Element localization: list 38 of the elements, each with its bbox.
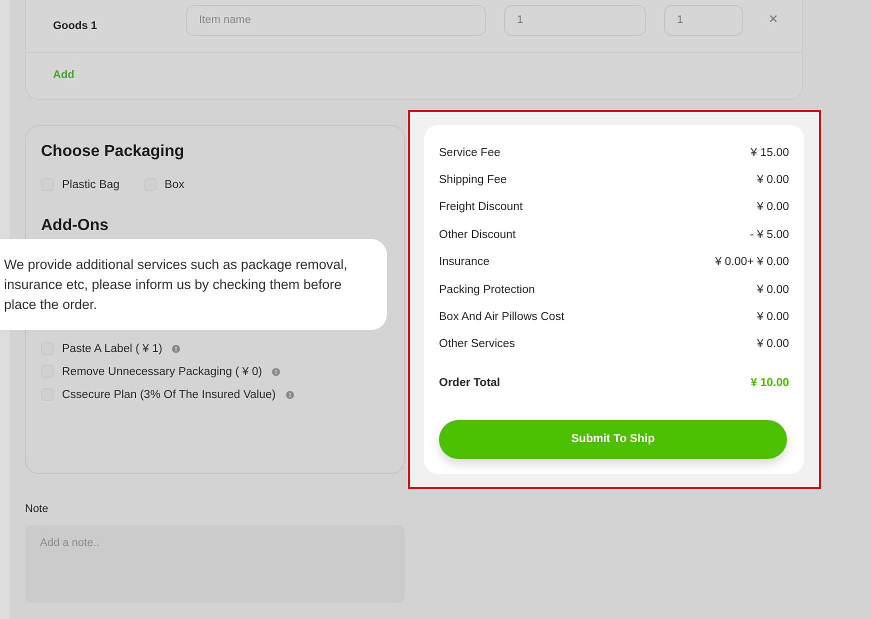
info-icon[interactable] xyxy=(286,390,294,398)
fee-label: Other Discount xyxy=(439,228,516,241)
fee-amount: ¥ 0.00 xyxy=(757,174,789,186)
section-heading: Add-Ons xyxy=(41,217,110,235)
fee-label: Box And Air Pillows Cost xyxy=(439,311,564,324)
value-field[interactable]: 1 xyxy=(664,4,743,36)
option-label: Plastic Bag xyxy=(62,178,120,190)
fee-label: Freight Discount xyxy=(439,201,523,214)
fee-amount: ¥ 0.00 xyxy=(757,201,789,214)
quantity-field[interactable]: 1 xyxy=(504,4,646,36)
option-label: Cssecure Plan (3% Of The Insured Value) xyxy=(62,388,276,400)
fee-amount: ¥ 0.00 xyxy=(757,284,789,296)
fee-amount: ¥ 0.00 xyxy=(757,338,789,350)
option-label: Paste A Label ( ¥ 1) xyxy=(62,342,162,354)
section-heading: Choose Packaging xyxy=(41,143,186,161)
goods-label: Goods 1 xyxy=(53,20,98,32)
fee-amount: - ¥ 5.00 xyxy=(750,228,789,241)
note-label: Note xyxy=(25,503,48,515)
info-icon[interactable] xyxy=(272,368,280,376)
total-label: Order Total xyxy=(439,376,500,389)
option-label: Remove Unnecessary Packaging ( ¥ 0) xyxy=(62,366,262,378)
fee-label: Insurance xyxy=(439,256,490,268)
add-link[interactable]: Add xyxy=(53,69,74,81)
fee-label: Service Fee xyxy=(439,146,500,159)
fee-label: Packing Protection xyxy=(439,284,535,296)
fee-label: Other Services xyxy=(439,338,516,350)
item-name-field[interactable]: Item name xyxy=(186,4,486,36)
fee-amount: ¥ 15.00 xyxy=(750,146,789,159)
info-icon[interactable] xyxy=(172,344,180,352)
fee-amount: ¥ 0.00 xyxy=(757,311,789,324)
hint-bubble: We provide additional services such as package removal, insurance etc, please inform us by checking them before place the order. xyxy=(0,239,387,330)
fee-label: Shipping Fee xyxy=(439,174,507,186)
note-field[interactable]: Add a note.. xyxy=(25,525,405,603)
submit-button[interactable]: Submit To Ship xyxy=(439,420,787,459)
option-label: Box xyxy=(164,178,184,190)
total-amount: ¥ 10.00 xyxy=(750,376,789,389)
fee-amount: ¥ 0.00+ ¥ 0.00 xyxy=(715,256,789,268)
remove-button[interactable]: × xyxy=(764,11,782,29)
